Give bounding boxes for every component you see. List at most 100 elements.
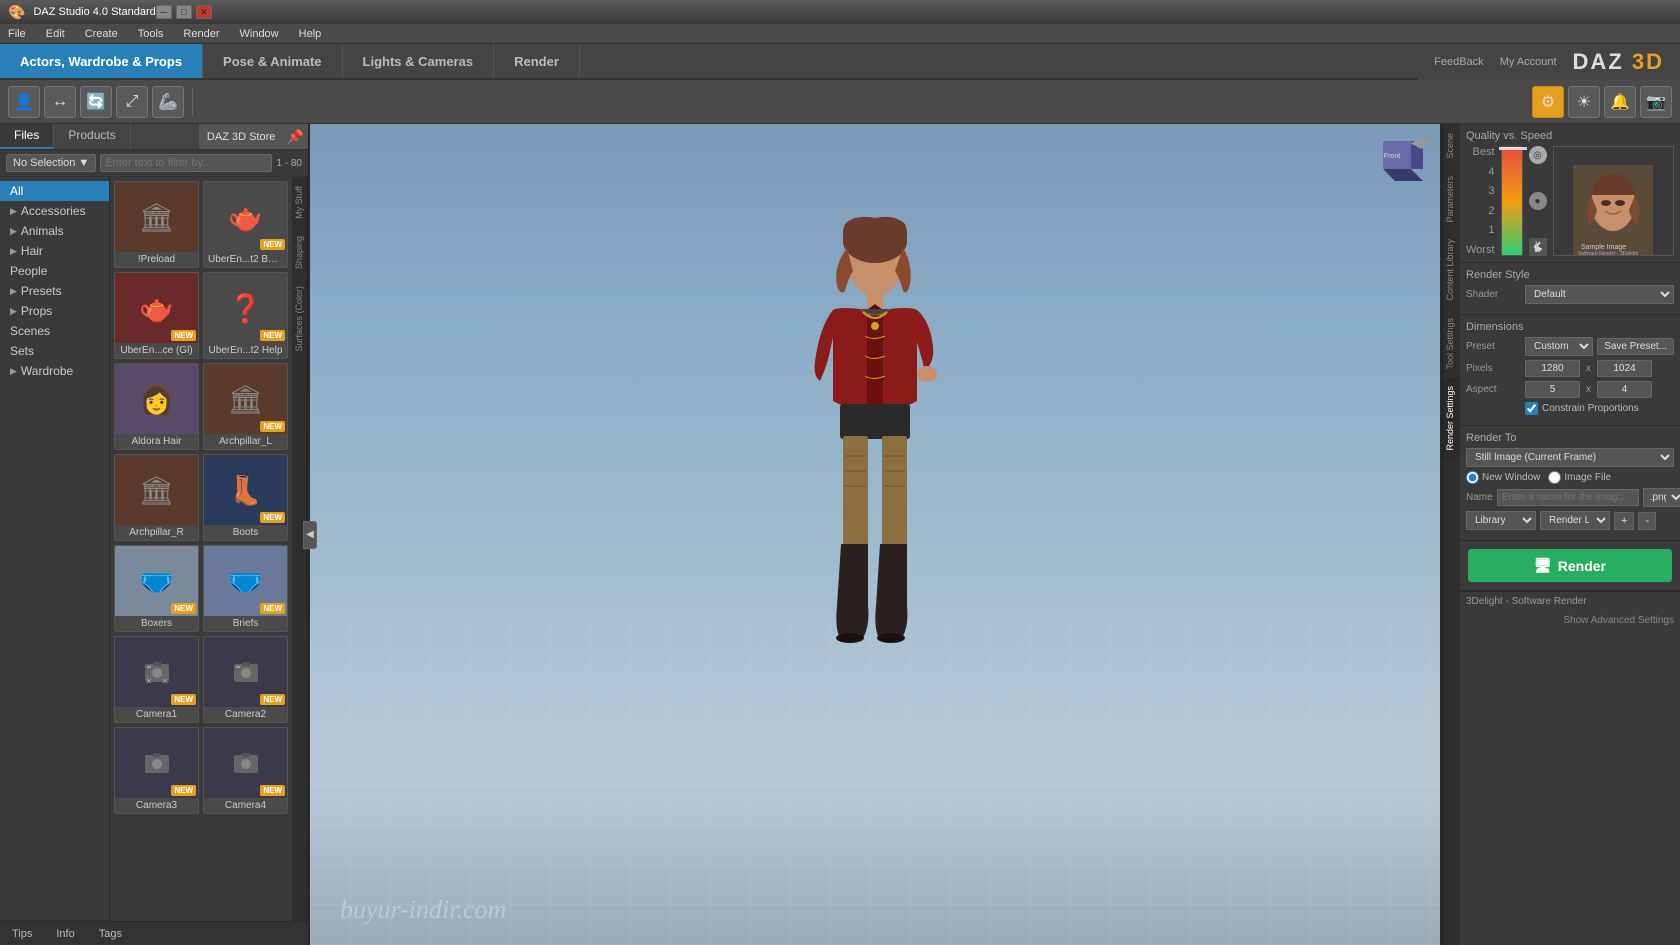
maximize-btn[interactable]: □ <box>176 5 192 19</box>
files-tab[interactable]: Files <box>0 124 54 149</box>
menu-tools[interactable]: Tools <box>134 26 168 42</box>
svg-text:Front: Front <box>1384 153 1400 160</box>
tags-tab[interactable]: Tags <box>87 925 134 943</box>
list-item[interactable]: 🫖 NEW UberEn...ce (Gl) <box>114 272 199 359</box>
list-item[interactable]: NEW Camera4 <box>203 727 288 814</box>
list-item[interactable]: 👢 NEW Boots <box>203 454 288 541</box>
viewport-collapse-btn[interactable]: ◀▶ <box>1410 134 1432 151</box>
menu-file[interactable]: File <box>4 26 30 42</box>
category-props[interactable]: ▶ Props <box>0 301 109 321</box>
vtab-content-library[interactable]: Content Library <box>1443 230 1460 309</box>
item-count: 1 - 80 <box>276 158 302 169</box>
constrain-checkbox[interactable] <box>1525 402 1538 415</box>
category-hair[interactable]: ▶ Hair <box>0 241 109 261</box>
translate-btn[interactable]: ↔ <box>44 86 76 118</box>
render-to-label: Render To <box>1466 432 1674 444</box>
toolbar: 👤 ↔ 🔄 ⤢ 🦾 ⚙ ☀ 🔔 📷 <box>0 80 1680 124</box>
tab-render[interactable]: Render <box>494 44 580 78</box>
image-file-label[interactable]: Image File <box>1548 471 1611 484</box>
tab-actors-wardrobe-props[interactable]: Actors, Wardrobe & Props <box>0 44 203 78</box>
render-name-input[interactable] <box>1497 489 1639 506</box>
products-tab[interactable]: Products <box>54 124 130 149</box>
tips-tab[interactable]: Tips <box>0 925 44 943</box>
menu-help[interactable]: Help <box>295 26 326 42</box>
vtab-render-settings[interactable]: Render Settings <box>1443 377 1460 459</box>
feedback-link[interactable]: FeedBack <box>1434 56 1484 68</box>
tab-pose-animate[interactable]: Pose & Animate <box>203 44 343 78</box>
right-content: Scene Parameters Content Library Tool Se… <box>1442 124 1680 945</box>
shader-select[interactable]: Default <box>1525 285 1674 304</box>
panel-pin-btn[interactable]: 📌 <box>283 124 308 149</box>
collapse-left-panel[interactable]: ◀ <box>303 521 317 549</box>
list-item[interactable]: ✕ ✕ NEW Camera1 <box>114 636 199 723</box>
new-window-label[interactable]: New Window <box>1466 471 1540 484</box>
daz-store-btn[interactable]: DAZ 3D Store <box>199 124 283 149</box>
list-item[interactable]: 🏛 !Preload <box>114 181 199 268</box>
quality-num-1: 1 <box>1466 224 1495 236</box>
side-tab-mystuff[interactable]: My Stuff <box>292 177 307 227</box>
minimize-btn[interactable]: ─ <box>156 5 172 19</box>
lighting-btn[interactable]: ☀ <box>1568 86 1600 118</box>
vtab-scene[interactable]: Scene <box>1443 124 1460 167</box>
side-tab-shaping[interactable]: Shaping <box>292 227 307 277</box>
library-select[interactable]: Library <box>1466 511 1536 530</box>
no-selection-btn[interactable]: No Selection ▼ <box>6 154 96 172</box>
category-sets[interactable]: Sets <box>0 341 109 361</box>
render-settings-btn[interactable]: ⚙ <box>1532 86 1564 118</box>
list-item[interactable]: 🫖 NEW UberEn...t2 Base <box>203 181 288 268</box>
category-all[interactable]: All <box>0 181 109 201</box>
new-window-radio[interactable] <box>1466 471 1479 484</box>
show-advanced-btn[interactable]: Show Advanced Settings <box>1460 611 1680 630</box>
list-item[interactable]: ❓ NEW UberEn...t2 Help <box>203 272 288 359</box>
render-library-select[interactable]: Render Library <box>1540 511 1610 530</box>
scale-btn[interactable]: ⤢ <box>116 86 148 118</box>
menu-edit[interactable]: Edit <box>42 26 69 42</box>
pixels-height-input[interactable] <box>1597 360 1652 377</box>
remove-library-btn[interactable]: - <box>1638 512 1656 530</box>
list-item[interactable]: 🏛 NEW Archpillar_L <box>203 363 288 450</box>
select-figure-btn[interactable]: 👤 <box>8 86 40 118</box>
list-item[interactable]: 👩 Aldora Hair <box>114 363 199 450</box>
category-wardrobe[interactable]: ▶ Wardrobe <box>0 361 109 381</box>
image-file-radio[interactable] <box>1548 471 1561 484</box>
format-select[interactable]: .png <box>1643 488 1680 507</box>
pixels-width-input[interactable] <box>1525 360 1580 377</box>
render-to-select[interactable]: Still Image (Current Frame) <box>1466 448 1674 467</box>
side-tab-surfaces[interactable]: Surfaces (Color) <box>292 277 307 360</box>
preset-select[interactable]: Custom <box>1525 337 1593 356</box>
category-accessories[interactable]: ▶ Accessories <box>0 201 109 221</box>
category-animals[interactable]: ▶ Animals <box>0 221 109 241</box>
close-btn[interactable]: ✕ <box>196 5 212 19</box>
right-main: Quality vs. Speed Best 4 3 2 1 Worst <box>1460 124 1680 945</box>
filter-input[interactable] <box>100 154 272 172</box>
aspect-height-input[interactable] <box>1597 381 1652 398</box>
watermark: buyur-indir.com <box>340 895 506 925</box>
aspect-width-input[interactable] <box>1525 381 1580 398</box>
shader-row: Shader Default <box>1466 285 1674 304</box>
notifications-btn[interactable]: 🔔 <box>1604 86 1636 118</box>
constrain-label[interactable]: Constrain Proportions <box>1525 402 1639 415</box>
menu-create[interactable]: Create <box>81 26 122 42</box>
myaccount-link[interactable]: My Account <box>1500 56 1557 68</box>
list-item[interactable]: 🩲 NEW Boxers <box>114 545 199 632</box>
tab-lights-cameras[interactable]: Lights & Cameras <box>343 44 495 78</box>
render-btn[interactable]: 🖥 Render <box>1468 549 1672 582</box>
camera-btn[interactable]: 📷 <box>1640 86 1672 118</box>
category-scenes[interactable]: Scenes <box>0 321 109 341</box>
category-presets[interactable]: ▶ Presets <box>0 281 109 301</box>
pose-btn[interactable]: 🦾 <box>152 86 184 118</box>
menu-render[interactable]: Render <box>179 26 223 42</box>
render-label: Render <box>1558 558 1606 574</box>
rotate-btn[interactable]: 🔄 <box>80 86 112 118</box>
vtab-parameters[interactable]: Parameters <box>1443 167 1460 231</box>
vtab-tool-settings[interactable]: Tool Settings <box>1443 309 1460 378</box>
list-item[interactable]: 🏛 Archpillar_R <box>114 454 199 541</box>
save-preset-btn[interactable]: Save Preset... <box>1597 338 1674 355</box>
list-item[interactable]: NEW Camera2 <box>203 636 288 723</box>
list-item[interactable]: NEW Camera3 <box>114 727 199 814</box>
menu-window[interactable]: Window <box>236 26 283 42</box>
add-library-btn[interactable]: + <box>1614 512 1634 530</box>
category-people[interactable]: People <box>0 261 109 281</box>
list-item[interactable]: 🩲 NEW Briefs <box>203 545 288 632</box>
info-tab[interactable]: Info <box>44 925 86 943</box>
